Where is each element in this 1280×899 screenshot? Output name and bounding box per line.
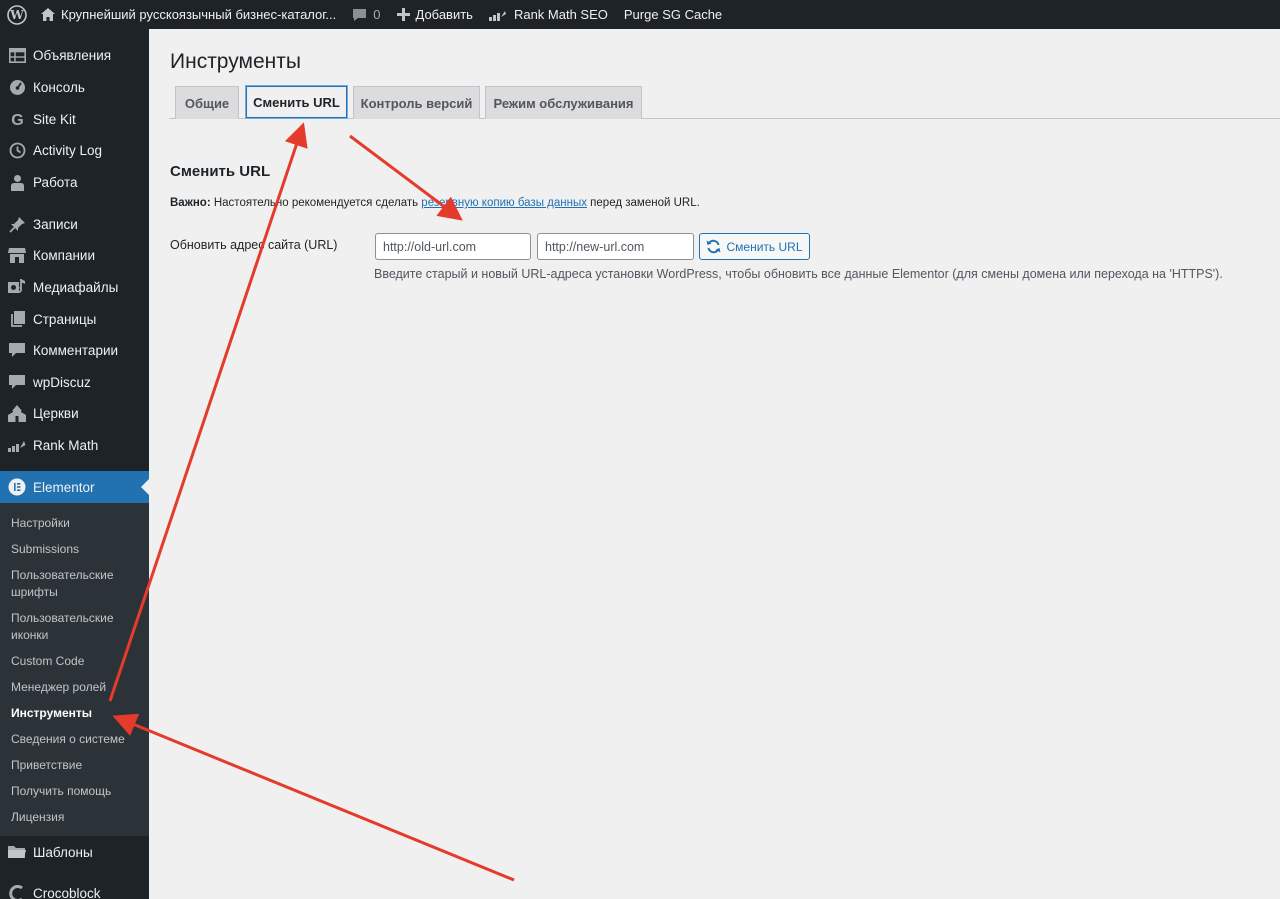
person-icon (7, 172, 27, 192)
new-url-input[interactable] (537, 233, 694, 260)
submenu-item-settings[interactable]: Настройки (11, 515, 141, 532)
crocoblock-icon (7, 883, 27, 899)
home-icon (41, 8, 55, 21)
sidebar-item-label: Комментарии (33, 342, 119, 358)
svg-text:G: G (11, 112, 23, 128)
purge-cache-link[interactable]: Purge SG Cache (616, 0, 730, 29)
sidebar-item-label: Медиафайлы (33, 279, 119, 295)
form-description: Введите старый и новый URL-адреса устано… (374, 267, 1223, 281)
sidebar-item-label: Rank Math (33, 437, 99, 453)
tab-version-control[interactable]: Контроль версий (353, 86, 480, 119)
wordpress-logo-icon[interactable]: W (0, 0, 33, 29)
sidebar-item-media[interactable]: Медиафайлы (0, 271, 149, 303)
sidebar-item-posts[interactable]: Записи (0, 208, 149, 240)
sidebar-item-jobs[interactable]: Работа (0, 166, 149, 198)
admin-sidebar: Объявления Консоль G Site Kit Activity L… (0, 29, 149, 899)
submenu-item-get-help[interactable]: Получить помощь (11, 783, 141, 800)
add-new-link[interactable]: Добавить (389, 0, 481, 29)
sidebar-item-label: Elementor (33, 479, 95, 495)
section-title: Сменить URL (170, 163, 271, 180)
notice-text-end: перед заменой URL. (586, 197, 700, 209)
sidebar-item-label: Страницы (33, 311, 97, 327)
folder-icon (7, 842, 27, 862)
sidebar-item-crocoblock[interactable]: Crocoblock (0, 877, 149, 899)
gauge-icon (7, 77, 27, 97)
elementor-icon (7, 477, 27, 497)
submenu-item-license[interactable]: Лицензия (11, 809, 141, 826)
sidebar-item-label: Шаблоны (33, 844, 93, 860)
sidebar-item-label: Crocoblock (33, 885, 101, 899)
sidebar-item-companies[interactable]: Компании (0, 239, 149, 271)
sidebar-item-site-kit[interactable]: G Site Kit (0, 103, 149, 135)
sidebar-item-rank-math[interactable]: Rank Math (0, 429, 149, 461)
add-new-label: Добавить (415, 7, 473, 22)
main-content: Инструменты Общие Сменить URL Контроль в… (149, 29, 1280, 899)
clock-icon (7, 140, 27, 160)
comments-link[interactable]: 0 (344, 0, 388, 29)
comment-icon (7, 372, 27, 392)
submenu-item-system-info[interactable]: Сведения о системе (11, 731, 141, 748)
comments-count: 0 (373, 7, 381, 22)
tab-maintenance-mode[interactable]: Режим обслуживания (485, 86, 642, 119)
submenu-item-custom-code[interactable]: Custom Code (11, 653, 141, 670)
rank-math-seo-label: Rank Math SEO (513, 7, 608, 22)
site-title: Крупнейший русскоязычный бизнес-каталог.… (61, 7, 337, 22)
sidebar-item-ads[interactable]: Объявления (0, 39, 149, 71)
comment-icon (7, 340, 27, 360)
tab-general[interactable]: Общие (175, 86, 239, 119)
chart-icon (7, 435, 27, 455)
sidebar-item-wpdiscuz[interactable]: wpDiscuz (0, 366, 149, 398)
sidebar-item-comments[interactable]: Комментарии (0, 334, 149, 366)
rank-math-seo-link[interactable]: Rank Math SEO (481, 0, 616, 29)
table-icon (7, 45, 27, 65)
site-url-label: Обновить адрес сайта (URL) (170, 238, 338, 252)
sidebar-item-label: Консоль (33, 79, 85, 95)
sidebar-item-dashboard[interactable]: Консоль (0, 71, 149, 103)
pin-icon (7, 214, 27, 234)
sidebar-item-activity-log[interactable]: Activity Log (0, 134, 149, 166)
submenu-item-welcome[interactable]: Приветствие (11, 757, 141, 774)
submenu-item-role-manager[interactable]: Менеджер ролей (11, 679, 141, 696)
refresh-icon (706, 239, 721, 254)
admin-bar: W Крупнейший русскоязычный бизнес-катало… (0, 0, 1280, 29)
site-name-link[interactable]: Крупнейший русскоязычный бизнес-каталог.… (33, 0, 344, 29)
pages-icon (7, 309, 27, 329)
submenu-item-tools[interactable]: Инструменты (11, 705, 141, 722)
sidebar-item-label: Site Kit (33, 111, 76, 127)
sidebar-item-pages[interactable]: Страницы (0, 303, 149, 335)
submenu-item-custom-fonts[interactable]: Пользовательские шрифты (11, 567, 141, 601)
page-title: Инструменты (170, 50, 301, 73)
sidebar-item-label: Работа (33, 174, 78, 190)
sidebar-item-label: Записи (33, 216, 78, 232)
sidebar-item-elementor[interactable]: Elementor (0, 471, 149, 503)
backup-database-link[interactable]: резервную копию базы данных (421, 197, 587, 209)
old-url-input[interactable] (375, 233, 531, 260)
tab-replace-url[interactable]: Сменить URL (245, 85, 348, 119)
sidebar-item-label: Церкви (33, 405, 79, 421)
google-g-icon: G (7, 109, 27, 129)
replace-url-button-label: Сменить URL (726, 239, 803, 254)
sidebar-item-label: wpDiscuz (33, 374, 91, 390)
submenu-item-custom-icons[interactable]: Пользовательские иконки (11, 610, 141, 644)
purge-cache-label: Purge SG Cache (623, 7, 723, 22)
svg-text:W: W (9, 8, 24, 22)
elementor-submenu: Настройки Submissions Пользовательские ш… (0, 503, 149, 836)
comment-bubble-icon (352, 8, 367, 22)
sidebar-item-label: Объявления (33, 47, 112, 63)
notice-text: Настоятельно рекомендуется сделать (210, 197, 422, 209)
sidebar-item-label: Компании (33, 247, 96, 263)
plus-icon (396, 8, 410, 21)
sidebar-item-churches[interactable]: Церкви (0, 397, 149, 429)
store-icon (7, 245, 27, 265)
notice-important-label: Важно: (170, 197, 211, 209)
submenu-item-submissions[interactable]: Submissions (11, 541, 141, 558)
backup-notice: Важно: Настоятельно рекомендуется сделат… (170, 197, 700, 209)
church-icon (7, 403, 27, 423)
media-icon (7, 277, 27, 297)
replace-url-button[interactable]: Сменить URL (699, 233, 810, 260)
rank-math-icon (488, 9, 507, 21)
sidebar-item-templates[interactable]: Шаблоны (0, 836, 149, 868)
sidebar-item-label: Activity Log (33, 142, 103, 158)
